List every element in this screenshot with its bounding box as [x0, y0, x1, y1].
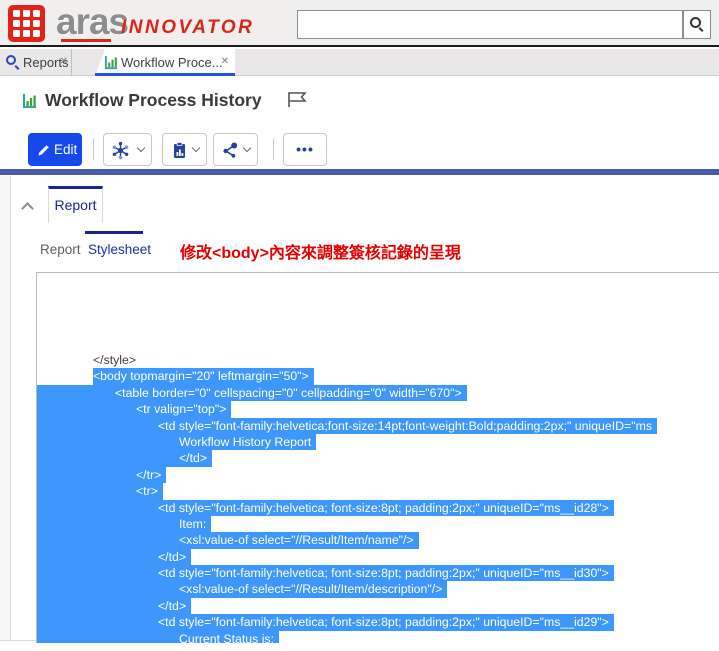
code-line: <table border="0" cellspacing="0" cellpa… — [37, 385, 719, 401]
chevron-down-icon — [243, 144, 251, 152]
chevron-down-icon — [192, 144, 200, 152]
code-line: </td> — [37, 598, 719, 614]
toolbar-divider — [93, 139, 94, 160]
pencil-icon — [37, 143, 51, 157]
bar-chart-icon — [104, 55, 119, 70]
code-content: } </style><body topmargin="20" leftmargi… — [37, 273, 719, 643]
edit-button-label: Edit — [54, 142, 77, 157]
flag-icon[interactable] — [287, 91, 309, 108]
impact-analysis-dropdown-button[interactable] — [103, 133, 152, 166]
subtab-report[interactable]: Report — [40, 242, 81, 257]
code-line: <td style="font-family:helvetica; font-s… — [37, 565, 719, 581]
code-line: <xsl:value-of select="//Result/Item/desc… — [37, 581, 719, 597]
active-subtab-indicator — [85, 231, 143, 234]
tab-reports[interactable]: Reports ✕ — [0, 49, 72, 76]
code-line: <tr> — [37, 483, 719, 499]
page-title-row: Workflow Process History — [0, 85, 719, 119]
search-icon — [690, 17, 701, 28]
code-line: </tr> — [37, 467, 719, 483]
code-line: <tr valign="top"> — [37, 401, 719, 417]
code-line-fragment: } — [37, 311, 719, 316]
impact-hub-icon — [111, 141, 130, 160]
item-toolbar: Edit — [0, 126, 719, 170]
page-title: Workflow Process History — [45, 90, 262, 111]
more-actions-button[interactable]: ••• — [283, 133, 327, 166]
share-icon — [221, 141, 240, 160]
subtab-stylesheet[interactable]: Stylesheet — [88, 242, 151, 257]
panel-bottom-border — [0, 640, 36, 641]
search-button[interactable] — [683, 10, 711, 39]
document-tab-strip: Reports ✕ Workflow Proce... ✕ — [0, 49, 719, 76]
close-icon[interactable]: ✕ — [221, 56, 229, 67]
code-line: </td> — [37, 450, 719, 466]
reports-dropdown-button[interactable] — [162, 133, 207, 166]
section-accent-bar — [0, 169, 719, 175]
logo-underline — [61, 39, 111, 42]
app-header: aras INNOVATOR — [0, 0, 719, 47]
code-line: <td style="font-family:helvetica; font-s… — [37, 500, 719, 516]
global-search-input[interactable] — [297, 10, 683, 39]
code-line: Current Status is: — [37, 631, 719, 643]
code-line: <td style="font-family:helvetica; font-s… — [37, 614, 719, 630]
active-tab-indicator — [95, 73, 235, 76]
bar-chart-icon — [22, 93, 38, 109]
code-line: <td style="font-family:helvetica;font-si… — [37, 418, 719, 434]
panel-left-gutter — [0, 176, 11, 640]
panel-tab-label: Report — [54, 197, 96, 213]
logo-aras: aras — [56, 0, 128, 44]
tab-label: Workflow Proce... — [121, 55, 223, 70]
stylesheet-annotation: 修改<body>內容來調整簽核記錄的呈現 — [180, 239, 461, 263]
close-icon[interactable]: ✕ — [60, 56, 68, 67]
panel-tab-report[interactable]: Report — [48, 186, 103, 223]
report-clipboard-icon — [170, 141, 189, 160]
code-line: </td> — [37, 549, 719, 565]
app-window: aras INNOVATOR Reports ✕ Workflow Proce.… — [0, 0, 719, 651]
chevron-up-icon[interactable] — [21, 202, 34, 215]
toolbar-divider — [273, 139, 274, 160]
code-editor[interactable]: } </style><body topmargin="20" leftmargi… — [36, 272, 719, 643]
code-line: <xsl:value-of select="//Result/Item/name… — [37, 532, 719, 548]
code-line: </style> — [37, 352, 719, 368]
edit-button[interactable]: Edit — [28, 133, 82, 166]
search-icon — [6, 55, 16, 65]
tab-workflow-process-history[interactable]: Workflow Proce... ✕ — [95, 49, 235, 76]
code-line: Item: — [37, 516, 719, 532]
chevron-down-icon — [137, 144, 145, 152]
app-launcher-grid-icon[interactable] — [8, 5, 45, 42]
code-line: Workflow History Report — [37, 434, 719, 450]
code-line: <body topmargin="20" leftmargin="50"> — [37, 368, 719, 384]
share-dropdown-button[interactable] — [213, 133, 258, 166]
logo-innovator: INNOVATOR — [121, 17, 254, 39]
